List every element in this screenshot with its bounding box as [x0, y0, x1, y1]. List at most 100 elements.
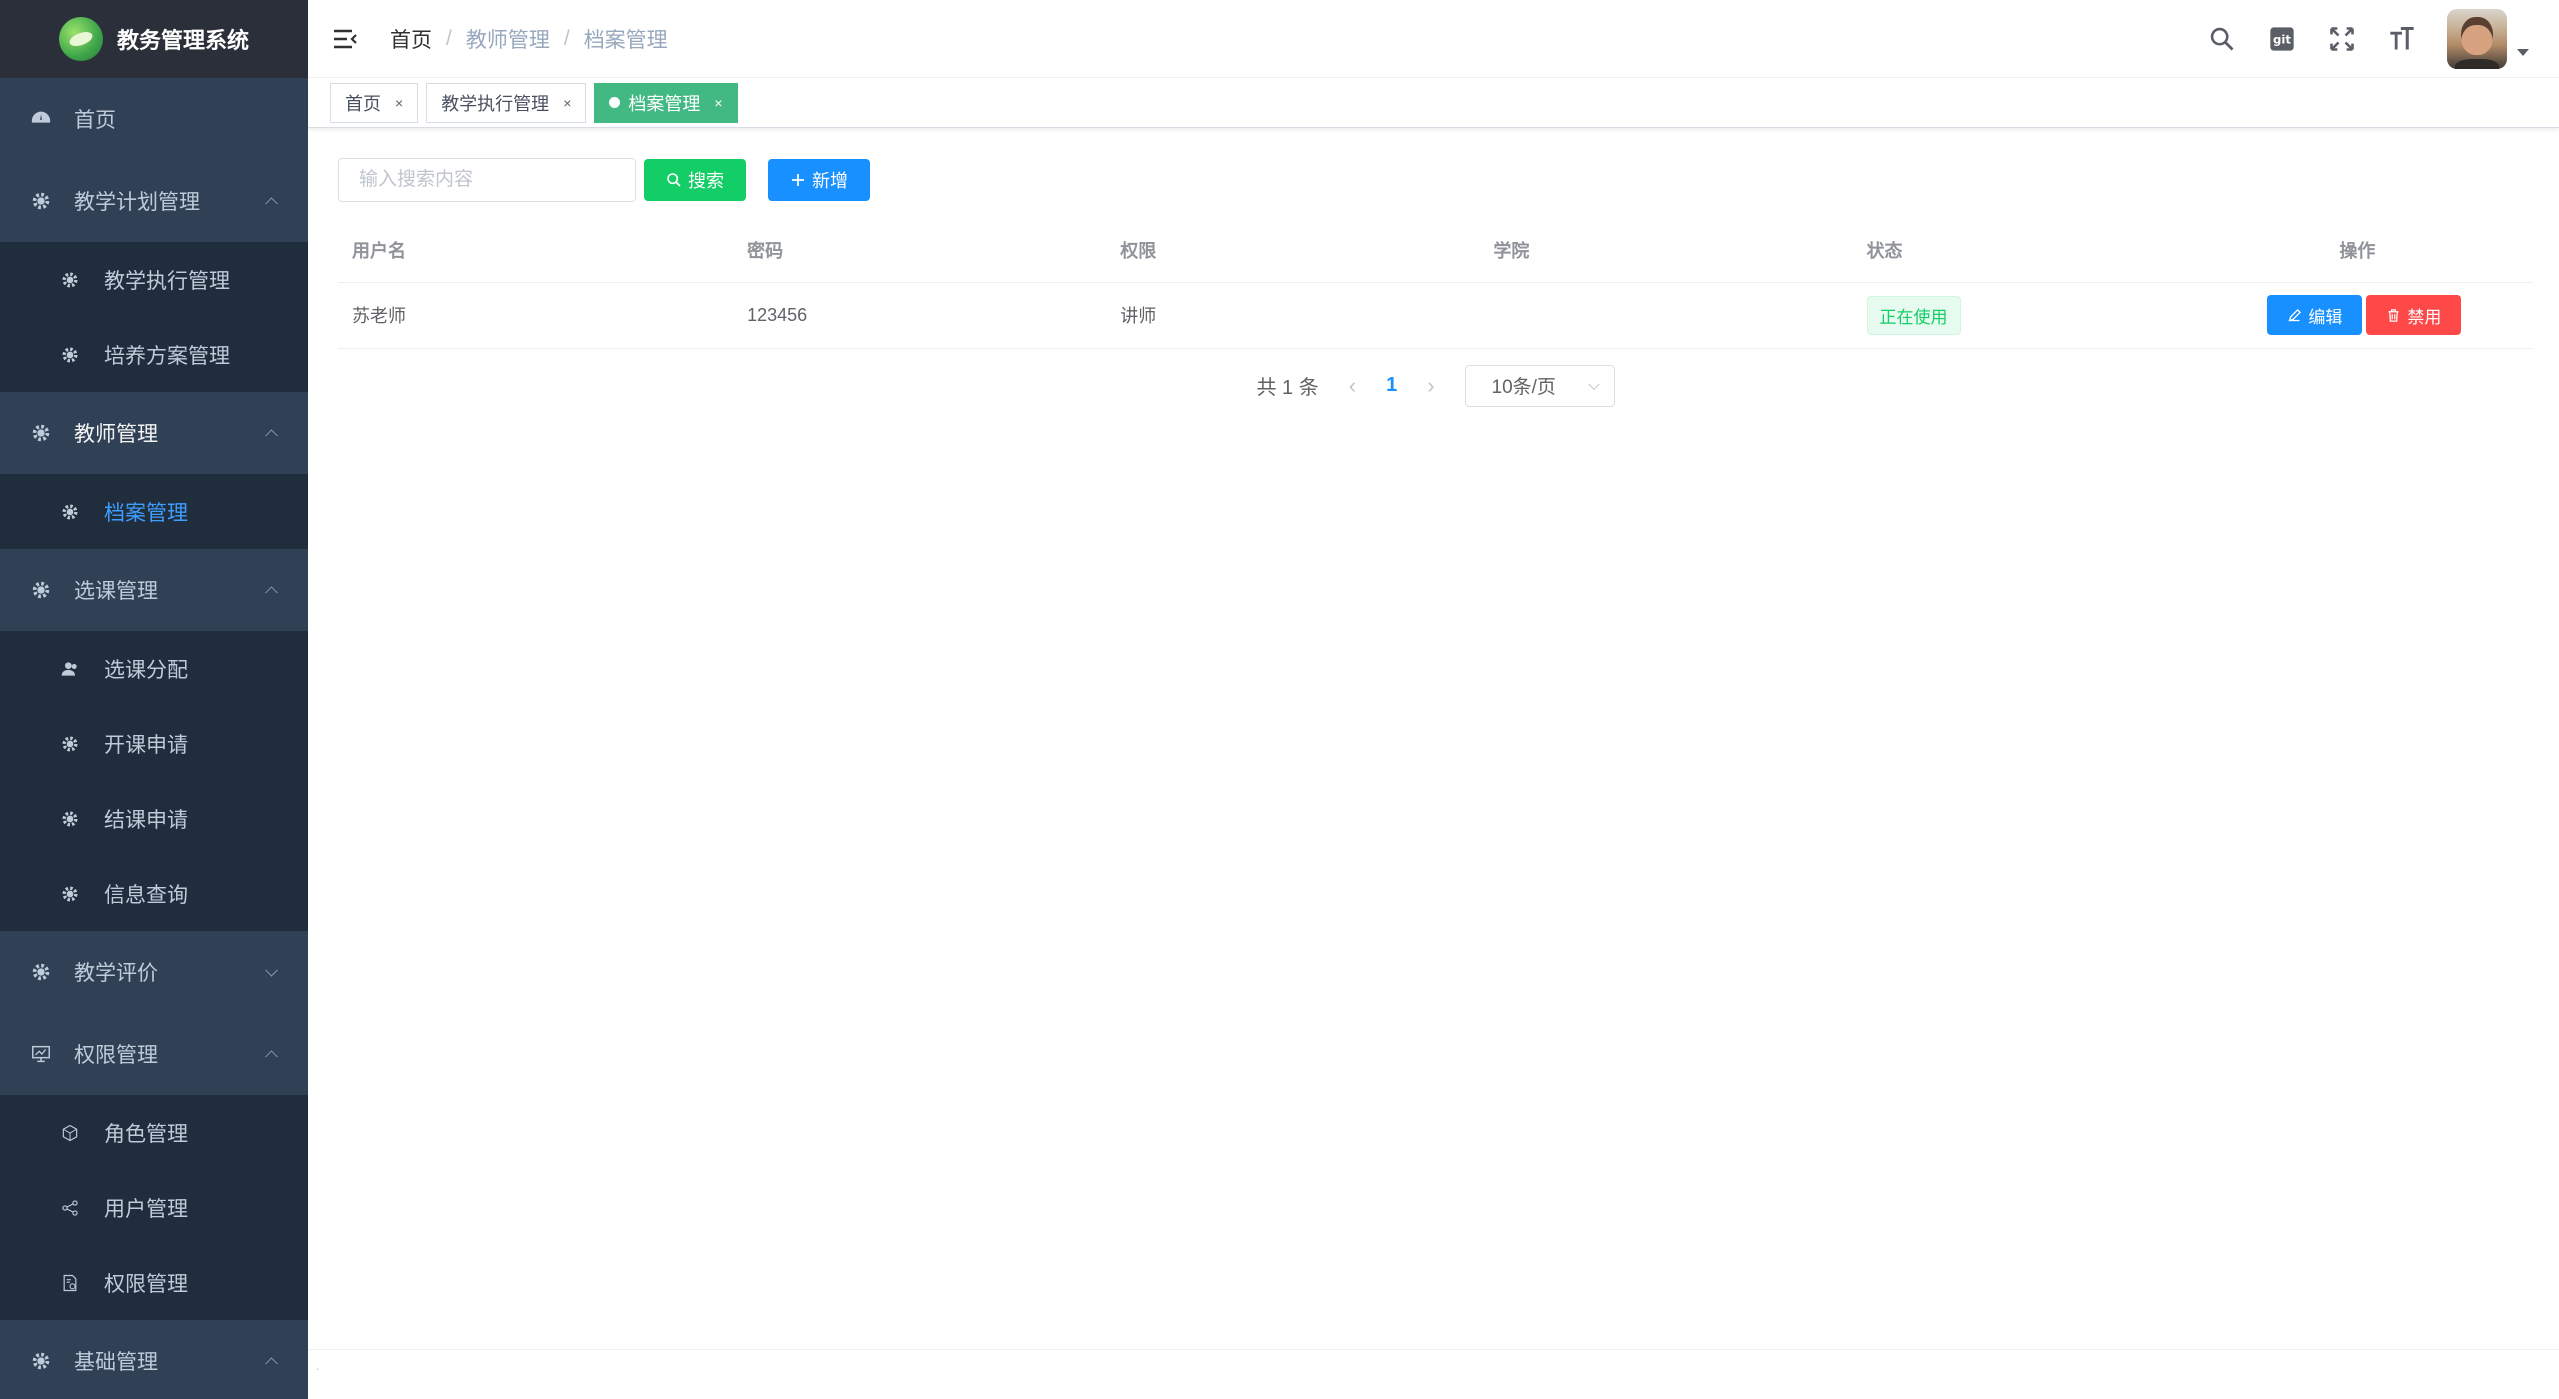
sidebar-item-evaluation[interactable]: 教学评价	[0, 931, 308, 1013]
fullscreen-icon[interactable]	[2327, 24, 2357, 54]
disable-button[interactable]: 禁用	[2366, 295, 2462, 335]
breadcrumb-item[interactable]: 首页	[390, 24, 432, 54]
page-size-value: 10条/页	[1491, 377, 1556, 398]
sidebar-item-label: 选课分配	[104, 658, 188, 682]
column-header: 密码	[733, 218, 1107, 283]
close-icon[interactable]: ×	[395, 95, 403, 111]
column-header: 操作	[2181, 218, 2533, 283]
submenu-teaching-plan: 教学执行管理 培养方案管理	[0, 242, 308, 392]
cube-icon	[60, 1123, 80, 1143]
gear-icon	[30, 961, 52, 983]
page-size-select[interactable]: 10条/页	[1464, 364, 1615, 407]
column-header: 权限	[1106, 218, 1480, 283]
breadcrumb-separator: /	[446, 26, 452, 50]
search-button-label: 搜索	[688, 171, 724, 191]
content: 搜索 新增 用户名 密码 权限 学院 状态 操作 苏老师	[308, 158, 2559, 407]
tag-archive[interactable]: 档案管理 ×	[594, 82, 738, 123]
sidebar-item-label: 选课管理	[74, 580, 158, 603]
column-header: 用户名	[338, 218, 734, 283]
sidebar-item-training-plan[interactable]: 培养方案管理	[0, 317, 308, 392]
user-group-icon	[60, 659, 80, 679]
chevron-down-icon	[265, 963, 278, 977]
gear-icon	[60, 884, 80, 904]
column-header: 学院	[1479, 218, 1853, 283]
chevron-up-icon	[265, 1357, 278, 1371]
cell-operations: 编辑 禁用	[2181, 282, 2533, 349]
trash-icon	[2388, 308, 2399, 322]
tag-home[interactable]: 首页 ×	[330, 82, 419, 123]
cell-password: 123456	[733, 282, 1107, 349]
sidebar-item-teacher[interactable]: 教师管理	[0, 392, 308, 474]
footer: -	[308, 1349, 2559, 1399]
chevron-up-icon	[265, 586, 278, 600]
next-page-icon[interactable]: ›	[1427, 373, 1434, 399]
submenu-course-selection: 选课分配 开课申请 结课申请 信息查询	[0, 631, 308, 931]
svg-text:git: git	[2273, 33, 2291, 47]
filter-bar: 搜索 新增	[338, 158, 2533, 202]
sidebar-item-label: 教学计划管理	[74, 191, 200, 214]
prev-page-icon[interactable]: ‹	[1349, 373, 1356, 399]
sidebar-item-allocation[interactable]: 选课分配	[0, 631, 308, 706]
plus-icon	[792, 174, 804, 186]
sidebar-item-label: 信息查询	[104, 883, 188, 907]
sidebar-item-info-query[interactable]: 信息查询	[0, 856, 308, 931]
sidebar-item-basic[interactable]: 基础管理	[0, 1320, 308, 1399]
sidebar-item-archive[interactable]: 档案管理	[0, 474, 308, 549]
close-icon[interactable]: ×	[563, 95, 571, 111]
search-icon[interactable]	[2207, 24, 2237, 54]
sidebar-item-home[interactable]: 首页	[0, 78, 308, 160]
search-button[interactable]: 搜索	[644, 159, 746, 201]
sidebar-item-close-course[interactable]: 结课申请	[0, 781, 308, 856]
avatar[interactable]	[2447, 9, 2507, 69]
gear-icon	[60, 345, 80, 365]
breadcrumb: 首页 / 教师管理 / 档案管理	[390, 24, 668, 54]
edit-button[interactable]: 编辑	[2267, 295, 2363, 335]
font-size-icon[interactable]	[2387, 24, 2417, 54]
sidebar-item-teaching-plan[interactable]: 教学计划管理	[0, 160, 308, 242]
sidebar-item-execution[interactable]: 教学执行管理	[0, 242, 308, 317]
right-menu: git	[2207, 0, 2529, 78]
table-row: 苏老师 123456 讲师 正在使用 编辑 禁用	[338, 282, 2533, 349]
add-button-label: 新增	[812, 171, 848, 191]
tag-label: 教学执行管理	[441, 93, 550, 114]
tag-execution[interactable]: 教学执行管理 ×	[426, 82, 587, 123]
gear-icon	[60, 270, 80, 290]
share-icon	[60, 1198, 80, 1218]
sidebar-item-course-selection[interactable]: 选课管理	[0, 549, 308, 631]
sidebar-item-users[interactable]: 用户管理	[0, 1170, 308, 1245]
edit-button-label: 编辑	[2308, 307, 2343, 327]
tag-label: 档案管理	[628, 93, 701, 114]
gear-icon	[30, 1350, 52, 1372]
sidebar-item-permissions[interactable]: 权限管理	[0, 1245, 308, 1320]
gear-icon	[30, 422, 52, 444]
pencil-icon	[2288, 308, 2302, 321]
gear-icon	[60, 502, 80, 522]
page-number[interactable]: 1	[1386, 374, 1397, 397]
sidebar-item-label: 教师管理	[74, 423, 158, 446]
sidebar-item-label: 权限管理	[74, 1044, 158, 1067]
close-icon[interactable]: ×	[714, 95, 722, 111]
search-input[interactable]	[338, 158, 636, 202]
pagination-total: 共 1 条	[1256, 377, 1319, 399]
footer-text: -	[316, 1364, 320, 1375]
submenu-permission: 角色管理 用户管理 权限管理	[0, 1095, 308, 1320]
breadcrumb-item: 档案管理	[583, 28, 668, 52]
cell-role: 讲师	[1106, 282, 1480, 349]
git-icon[interactable]: git	[2267, 24, 2297, 54]
sidebar-item-label: 档案管理	[104, 501, 188, 525]
hamburger-icon[interactable]	[332, 27, 360, 51]
pagination: 共 1 条 ‹ 1 › 10条/页	[338, 364, 2533, 407]
sidebar-item-label: 角色管理	[104, 1122, 188, 1146]
sidebar-item-open-course[interactable]: 开课申请	[0, 706, 308, 781]
add-button[interactable]: 新增	[768, 159, 870, 201]
logo[interactable]: 教务管理系统	[0, 0, 308, 78]
navbar: 首页 / 教师管理 / 档案管理 git	[308, 0, 2559, 78]
sidebar-item-roles[interactable]: 角色管理	[0, 1095, 308, 1170]
status-badge: 正在使用	[1866, 295, 1961, 335]
gear-icon	[60, 734, 80, 754]
caret-down-icon[interactable]	[2517, 48, 2529, 56]
disable-button-label: 禁用	[2407, 307, 2442, 327]
tag-label: 首页	[345, 93, 381, 114]
app-title: 教务管理系统	[116, 28, 249, 53]
sidebar-item-permission[interactable]: 权限管理	[0, 1013, 308, 1095]
